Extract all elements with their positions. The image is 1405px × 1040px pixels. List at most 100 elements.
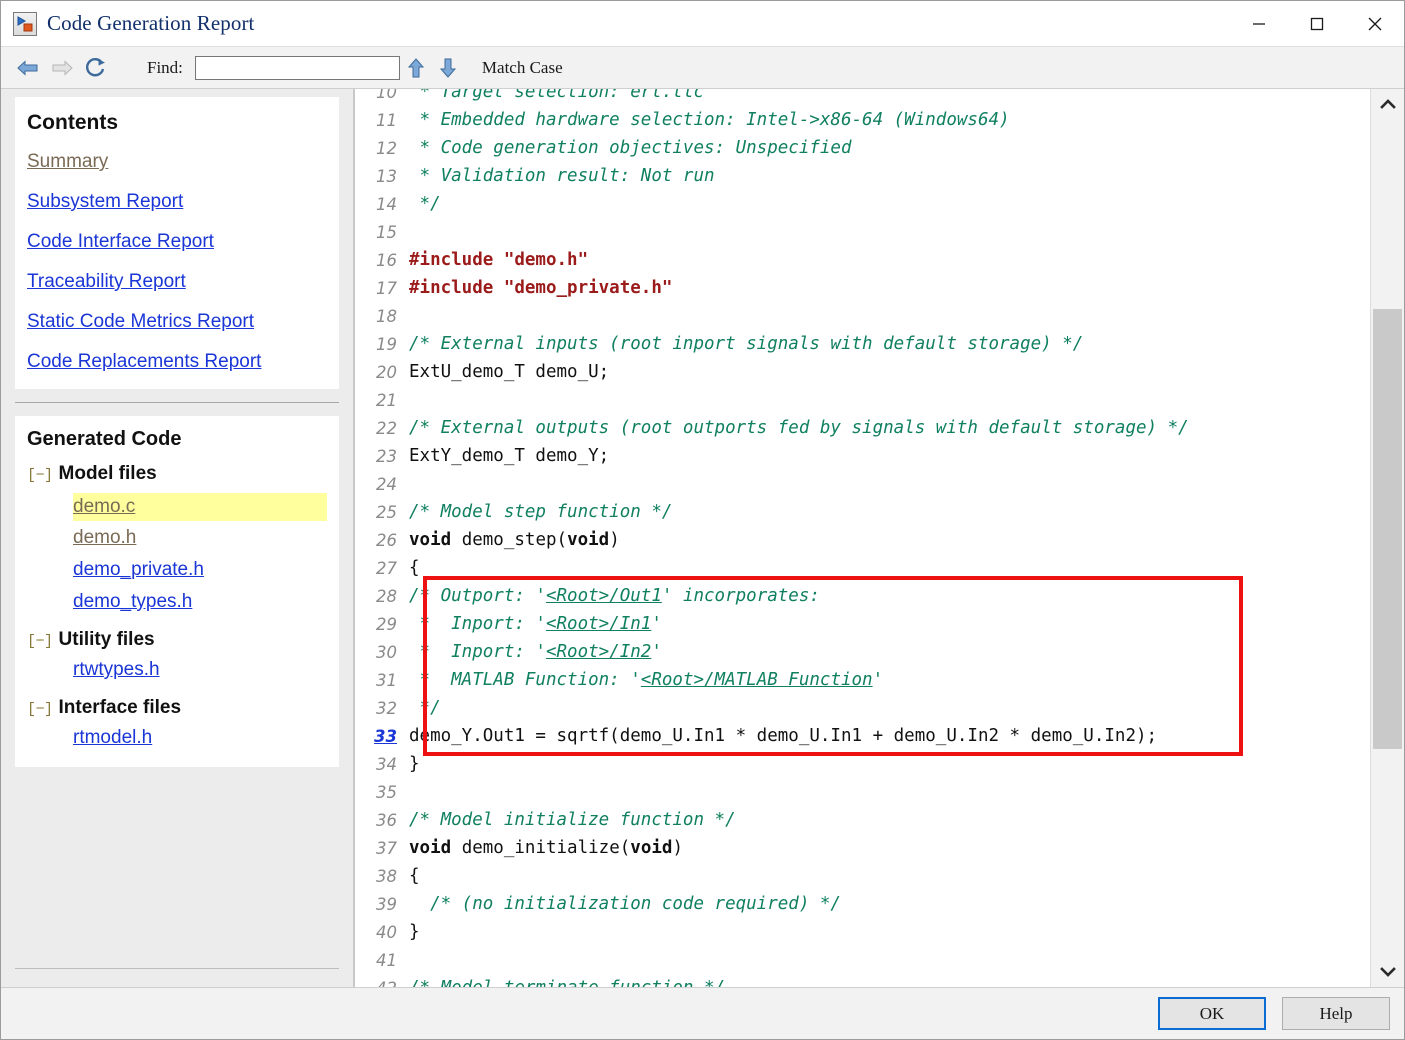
sidebar-item-code-interface-report[interactable]: Code Interface Report <box>27 231 327 253</box>
code-line-text: #include "demo.h" <box>407 250 1371 270</box>
code-line: 24 <box>355 470 1371 498</box>
contents-link-list: Summary Subsystem Report Code Interface … <box>27 151 327 373</box>
code-token: "demo.h" <box>503 250 589 270</box>
line-number: 42 <box>355 979 407 988</box>
file-item-demo-private-h[interactable]: demo_private.h <box>73 559 204 581</box>
back-button[interactable] <box>11 53 45 83</box>
code-line: 40} <box>355 918 1371 946</box>
code-hyperlink[interactable]: <Root>/In2 <box>546 642 651 662</box>
vertical-scrollbar[interactable] <box>1370 89 1404 987</box>
code-line: 29 * Inport: '<Root>/In1' <box>355 610 1371 638</box>
minimize-icon <box>1253 22 1265 25</box>
refresh-button[interactable] <box>79 53 113 83</box>
line-number: 31 <box>376 670 397 690</box>
code-line-text: } <box>407 922 1371 942</box>
ok-button[interactable]: OK <box>1158 997 1266 1030</box>
sidebar-item-static-code-metrics-report[interactable]: Static Code Metrics Report <box>27 311 327 333</box>
code-token: * Target selection: ert.tlc <box>409 89 705 102</box>
dialog-footer: OK Help <box>1 987 1404 1039</box>
search-input[interactable] <box>194 55 400 80</box>
code-line-text: * Validation result: Not run <box>407 166 1371 186</box>
line-number: 25 <box>376 502 397 522</box>
code-line-text: } <box>407 754 1371 774</box>
sidebar: Contents Summary Subsystem Report Code I… <box>1 89 354 987</box>
code-line: 32 */ <box>355 694 1371 722</box>
collapse-toggle-icon[interactable]: [−] <box>27 633 53 650</box>
line-number: 24 <box>376 474 397 494</box>
code-token: * Code generation objectives: Unspecifie… <box>409 138 852 158</box>
line-number: 20 <box>376 362 397 382</box>
refresh-icon <box>86 57 105 76</box>
file-item-rtmodel-h[interactable]: rtmodel.h <box>73 727 152 749</box>
help-button[interactable]: Help <box>1282 997 1390 1030</box>
scroll-down-button[interactable] <box>1371 957 1404 987</box>
sidebar-divider <box>15 402 339 403</box>
navigation-toolbar: Find: Match Case <box>1 47 1404 89</box>
scrollbar-thumb[interactable] <box>1373 309 1402 749</box>
match-case-option[interactable]: Match Case <box>482 58 563 78</box>
code-token: /* External outputs (root outports fed b… <box>409 418 1189 438</box>
line-number: 29 <box>376 614 397 634</box>
line-number[interactable]: 33 <box>355 727 407 746</box>
file-item-demo-h[interactable]: demo.h <box>73 527 136 549</box>
code-token: void <box>630 838 673 858</box>
generated-code-panel: Generated Code [−] Model files demo.c de… <box>15 416 339 767</box>
code-token: /* Model step function */ <box>409 502 673 522</box>
code-line-text: */ <box>407 194 1371 214</box>
find-next-button[interactable] <box>432 53 464 83</box>
sidebar-item-traceability-report[interactable]: Traceability Report <box>27 271 327 293</box>
group-interface-files[interactable]: [−] Interface files <box>27 697 327 719</box>
line-number: 11 <box>376 110 397 130</box>
collapse-toggle-icon[interactable]: [−] <box>27 467 53 484</box>
code-line-text: /* (no initialization code required) */ <box>407 894 1371 914</box>
line-number: 15 <box>376 222 397 242</box>
line-number: 21 <box>376 390 397 410</box>
scroll-up-button[interactable] <box>1371 89 1404 119</box>
find-label: Find: <box>147 57 183 77</box>
code-scroll-region: 10 * Target selection: ert.tlc 11 * Embed… <box>355 89 1371 987</box>
code-line-text: * Embedded hardware selection: Intel->x8… <box>407 110 1371 130</box>
code-line-text: { <box>407 866 1371 886</box>
line-number: 13 <box>376 166 397 186</box>
code-token: { <box>409 866 420 886</box>
code-hyperlink[interactable]: <Root>/MATLAB Function <box>641 670 873 690</box>
code-line: 18 <box>355 302 1371 330</box>
sidebar-item-code-replacements-report[interactable]: Code Replacements Report <box>27 351 327 373</box>
code-line: 25 /* Model step function */ <box>355 498 1371 526</box>
line-number: 35 <box>376 782 397 802</box>
code-line-text: * Code generation objectives: Unspecifie… <box>407 138 1371 158</box>
line-number: 19 <box>376 334 397 354</box>
code-token: /* Outport: ' <box>409 586 546 606</box>
code-token: */ <box>409 698 441 718</box>
code-line: 12 * Code generation objectives: Unspeci… <box>355 134 1371 162</box>
code-line: 41 <box>355 946 1371 974</box>
file-item-demo-c[interactable]: demo.c <box>73 493 327 521</box>
code-hyperlink[interactable]: <Root>/In1 <box>546 614 651 634</box>
group-model-files[interactable]: [−] Model files <box>27 463 327 485</box>
code-token: ' <box>651 642 662 662</box>
file-item-demo-types-h[interactable]: demo_types.h <box>73 591 192 613</box>
code-line: 35 <box>355 778 1371 806</box>
main-body: Contents Summary Subsystem Report Code I… <box>1 89 1404 987</box>
code-line-text: /* Outport: '<Root>/Out1' incorporates: <box>407 586 1371 606</box>
maximize-button[interactable] <box>1288 1 1346 46</box>
collapse-toggle-icon[interactable]: [−] <box>27 701 53 718</box>
sidebar-item-subsystem-report[interactable]: Subsystem Report <box>27 191 327 213</box>
code-line: 22 /* External outputs (root outports fed… <box>355 414 1371 442</box>
code-line-text: { <box>407 558 1371 578</box>
code-token: demo_initialize( <box>451 838 631 858</box>
sidebar-item-summary[interactable]: Summary <box>27 151 327 173</box>
group-utility-files[interactable]: [−] Utility files <box>27 629 327 651</box>
line-number: 18 <box>376 306 397 326</box>
forward-button[interactable] <box>45 53 79 83</box>
code-token: ExtY_demo_T demo_Y; <box>409 446 610 466</box>
file-item-rtwtypes-h[interactable]: rtwtypes.h <box>73 659 160 681</box>
code-line-text: /* Model terminate function */ <box>407 978 1371 987</box>
find-previous-button[interactable] <box>400 53 432 83</box>
code-token: ' incorporates: <box>661 586 820 606</box>
line-number: 38 <box>376 866 397 886</box>
close-button[interactable] <box>1346 1 1404 46</box>
minimize-button[interactable] <box>1230 1 1288 46</box>
code-hyperlink[interactable]: <Root>/Out1 <box>546 586 662 606</box>
line-number: 37 <box>376 838 397 858</box>
